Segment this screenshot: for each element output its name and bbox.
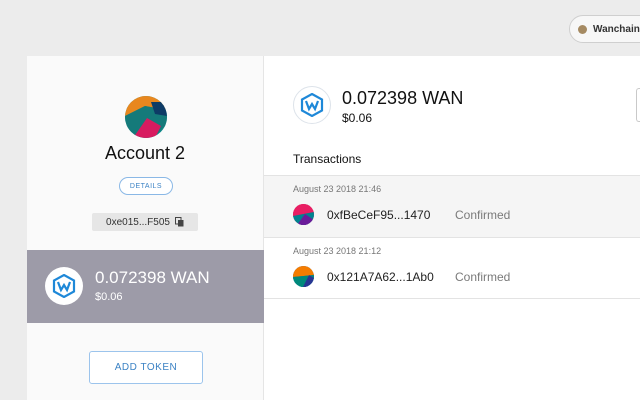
identicon-icon [293,204,314,225]
copy-icon [174,217,184,227]
account-avatar[interactable] [125,96,167,138]
account-address: 0xe015...F505 [106,216,170,228]
transaction-date: August 23 2018 21:46 [293,184,382,194]
balance-usd-value: $0.06 [342,111,373,125]
balance-amount: 0.072398 WAN [342,88,464,108]
app-header: Wanchain N [0,0,640,56]
transaction-date: August 23 2018 21:12 [293,246,382,256]
transaction-row[interactable]: August 23 2018 21:46 0xfBeCeF95...1470 C… [264,175,640,237]
account-address-copy[interactable]: 0xe015...F505 [92,213,198,231]
add-token-button[interactable]: ADD TOKEN [89,351,203,384]
wanchain-logo-icon [293,86,331,124]
transaction-row[interactable]: August 23 2018 21:12 0x121A7A62...1Ab0 C… [264,237,640,299]
transaction-status: Confirmed [455,270,511,284]
transaction-status: Confirmed [455,208,511,222]
transaction-address: 0xfBeCeF95...1470 [327,208,431,222]
token-amount: 0.072398 WAN [95,268,210,287]
network-label: Wanchain N [593,23,640,35]
account-name: Account 2 [104,143,186,163]
network-status-dot [578,24,587,34]
token-usd-value: $0.06 [95,291,123,303]
identicon-icon [293,266,314,287]
account-sidebar: Account 2 DETAILS 0xe015...F505 0.072398… [27,56,264,400]
transaction-address: 0x121A7A62...1Ab0 [327,270,434,284]
details-button[interactable]: DETAILS [119,177,173,195]
network-selector[interactable]: Wanchain N [569,15,640,43]
transactions-heading: Transactions [293,152,362,166]
main-panel: 0.072398 WAN $0.06 Transactions August 2… [264,56,640,400]
action-button-partial[interactable] [636,88,640,122]
token-list-item-wan[interactable]: 0.072398 WAN $0.06 [27,250,264,323]
wanchain-logo-icon [45,267,83,305]
identicon-icon [125,96,167,138]
